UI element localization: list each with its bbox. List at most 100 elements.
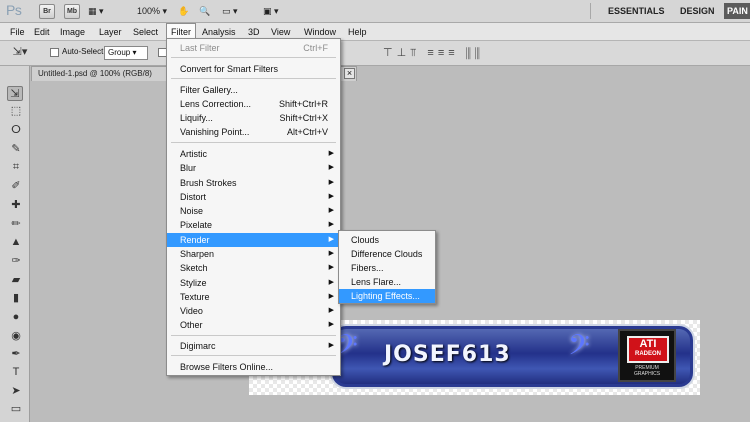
filter-video[interactable]: Video ▶ <box>167 304 340 318</box>
eraser-tool-icon[interactable]: ▰ <box>8 273 24 288</box>
render-clouds[interactable]: Clouds <box>339 233 435 247</box>
render-lighting-effects[interactable]: Lighting Effects... <box>339 289 435 303</box>
filter-lens-correction[interactable]: Lens Correction... Shift+Ctrl+R <box>167 97 340 111</box>
quick-select-tool-icon[interactable]: ✎ <box>8 142 24 157</box>
auto-select-group-select[interactable]: Group ▾ <box>104 46 148 60</box>
last-filter-shortcut: Ctrl+F <box>303 43 328 53</box>
sharpen-label: Sharpen <box>180 249 215 259</box>
menu-separator <box>171 78 336 79</box>
filter-gallery[interactable]: Filter Gallery... <box>167 83 340 97</box>
lens-correction-shortcut: Shift+Ctrl+R <box>278 99 328 109</box>
workspace-painting[interactable]: PAIN <box>724 3 750 19</box>
vanishing-point-shortcut: Alt+Ctrl+V <box>286 127 328 137</box>
close-document-icon[interactable]: × <box>344 68 355 79</box>
menu-file[interactable]: File <box>6 23 29 41</box>
filter-brush-strokes[interactable]: Brush Strokes ▶ <box>167 176 340 190</box>
shape-tool-icon[interactable]: ▭ <box>8 402 24 417</box>
toolbox: ⇲ ⬚ ⵔ ✎ ⌗ ✐ ✚ ✏ ▲ ✑ ▰ ▮ ● ◉ ✒ T ➤ ▭ <box>0 66 30 422</box>
radeon-logo-text: RADEON <box>634 351 661 357</box>
blur-label: Blur <box>180 163 197 173</box>
filter-liquify[interactable]: Liquify... Shift+Ctrl+X <box>167 111 340 125</box>
eyedropper-tool-icon[interactable]: ✐ <box>8 179 24 194</box>
filter-browse-online[interactable]: Browse Filters Online... <box>167 360 340 374</box>
zoom-level-dropdown[interactable]: 100% ▾ <box>137 4 167 19</box>
filter-menu: Last Filter Ctrl+F Convert for Smart Fil… <box>166 38 341 376</box>
last-filter-label: Last Filter <box>180 43 220 53</box>
path-selection-tool-icon[interactable]: ➤ <box>8 384 24 399</box>
options-bar: ⇲▾ Auto-Select: Group ▾ ⊤⊥⫪ ≡≡≡ ⫼⫼ <box>0 41 750 66</box>
render-fibers[interactable]: Fibers... <box>339 261 435 275</box>
liquify-shortcut: Shift+Ctrl+X <box>279 113 328 123</box>
submenu-arrow-icon: ▶ <box>328 236 334 243</box>
move-tool-preset-icon[interactable]: ⇲▾ <box>12 45 28 60</box>
brush-strokes-label: Brush Strokes <box>180 178 237 188</box>
submenu-arrow-icon: ▶ <box>328 293 334 300</box>
move-tool-icon[interactable]: ⇲ <box>7 86 23 101</box>
filter-render[interactable]: Render ▶ <box>167 233 340 247</box>
photoshop-logo: Ps <box>6 2 22 18</box>
filter-texture[interactable]: Texture ▶ <box>167 290 340 304</box>
workspace-essentials[interactable]: ESSENTIALS <box>608 3 665 19</box>
menu-help[interactable]: Help <box>344 23 371 41</box>
filter-sketch[interactable]: Sketch ▶ <box>167 261 340 275</box>
bridge-button[interactable]: Br <box>39 4 55 19</box>
filter-pixelate[interactable]: Pixelate ▶ <box>167 218 340 232</box>
filter-blur[interactable]: Blur ▶ <box>167 161 340 175</box>
ati-tagline-graphics: GRAPHICS <box>633 371 661 377</box>
view-extras-dropdown[interactable]: ▦ ▾ <box>88 4 104 19</box>
submenu-arrow-icon: ▶ <box>328 264 334 271</box>
lasso-tool-icon[interactable]: ⵔ <box>8 123 24 138</box>
submenu-arrow-icon: ▶ <box>328 321 334 328</box>
submenu-arrow-icon: ▶ <box>328 164 334 171</box>
ati-tagline: PREMIUM GRAPHICS <box>620 365 674 377</box>
document-tab-title: Untitled-1.psd @ 100% (RGB/8) <box>38 69 152 78</box>
menu-image[interactable]: Image <box>56 23 89 41</box>
brush-tool-icon[interactable]: ✏ <box>8 217 24 232</box>
filter-stylize[interactable]: Stylize ▶ <box>167 276 340 290</box>
group-select-value: Group <box>108 48 131 57</box>
filter-sharpen[interactable]: Sharpen ▶ <box>167 247 340 261</box>
filter-other[interactable]: Other ▶ <box>167 318 340 332</box>
mini-bridge-button[interactable]: Mb <box>64 4 80 19</box>
menu-select[interactable]: Select <box>129 23 162 41</box>
menu-separator <box>171 355 336 356</box>
blur-tool-icon[interactable]: ● <box>8 310 24 325</box>
filter-vanishing-point[interactable]: Vanishing Point... Alt+Ctrl+V <box>167 125 340 139</box>
zoom-tool-icon[interactable]: 🔍 <box>199 4 210 19</box>
marquee-tool-icon[interactable]: ⬚ <box>8 104 24 119</box>
pixelate-label: Pixelate <box>180 220 213 230</box>
filter-distort[interactable]: Distort ▶ <box>167 190 340 204</box>
artistic-label: Artistic <box>180 149 207 159</box>
render-lens-flare[interactable]: Lens Flare... <box>339 275 435 289</box>
submenu-arrow-icon: ▶ <box>328 221 334 228</box>
align-icons[interactable]: ⊤⊥⫪ ≡≡≡ ⫼⫼ <box>383 46 484 60</box>
render-label: Render <box>180 235 210 245</box>
arrange-documents-icon[interactable]: ▭ ▾ <box>222 4 238 19</box>
menu-edit[interactable]: Edit <box>30 23 54 41</box>
filter-convert-smart[interactable]: Convert for Smart Filters <box>167 62 340 76</box>
clone-stamp-tool-icon[interactable]: ▲ <box>8 235 24 250</box>
submenu-arrow-icon: ▶ <box>328 342 334 349</box>
submenu-arrow-icon: ▶ <box>328 307 334 314</box>
crop-tool-icon[interactable]: ⌗ <box>8 160 24 175</box>
workspace-design[interactable]: DESIGN <box>680 3 715 19</box>
render-difference-clouds[interactable]: Difference Clouds <box>339 247 435 261</box>
dodge-tool-icon[interactable]: ◉ <box>8 329 24 344</box>
menu-bar: File Edit Image Layer Select Filter Anal… <box>0 23 750 41</box>
gradient-tool-icon[interactable]: ▮ <box>8 291 24 306</box>
hand-tool-icon[interactable]: ✋ <box>178 4 189 19</box>
filter-digimarc[interactable]: Digimarc ▶ <box>167 339 340 353</box>
type-tool-icon[interactable]: T <box>8 365 24 380</box>
history-brush-tool-icon[interactable]: ✑ <box>8 254 24 269</box>
ati-radeon-logo: ATI RADEON PREMIUM GRAPHICS <box>618 329 676 382</box>
filter-noise[interactable]: Noise ▶ <box>167 204 340 218</box>
screen-mode-icon[interactable]: ▣ ▾ <box>263 4 279 19</box>
pen-tool-icon[interactable]: ✒ <box>8 347 24 362</box>
menu-separator <box>171 142 336 143</box>
filter-artistic[interactable]: Artistic ▶ <box>167 147 340 161</box>
submenu-arrow-icon: ▶ <box>328 150 334 157</box>
auto-select-checkbox[interactable] <box>50 48 59 57</box>
menu-layer[interactable]: Layer <box>95 23 126 41</box>
submenu-arrow-icon: ▶ <box>328 279 334 286</box>
healing-brush-tool-icon[interactable]: ✚ <box>8 198 24 213</box>
